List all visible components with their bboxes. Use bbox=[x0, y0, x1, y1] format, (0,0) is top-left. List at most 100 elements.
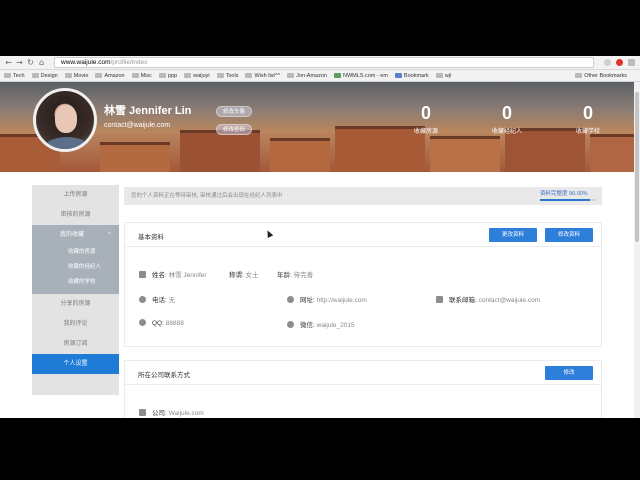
bookmark-label: ppp bbox=[167, 72, 178, 79]
stat-saved-agents[interactable]: 0 收藏经纪人 bbox=[477, 104, 537, 135]
wechat-icon bbox=[287, 321, 294, 328]
avatar-face bbox=[55, 105, 77, 133]
bookmark-link[interactable]: Bookmark bbox=[394, 72, 429, 79]
bookmark-folder[interactable]: Misc bbox=[131, 72, 152, 79]
folder-icon bbox=[31, 73, 39, 78]
completion-label: 资料完整度 bbox=[540, 191, 568, 197]
folder-icon bbox=[216, 73, 224, 78]
bookmark-folder[interactable]: wji bbox=[435, 73, 451, 79]
banner-house bbox=[100, 142, 170, 172]
field-value: 88888 bbox=[165, 320, 184, 327]
bookmark-link[interactable]: NWMLS.com - em bbox=[334, 73, 388, 79]
page-icon bbox=[334, 73, 341, 78]
stat-saved-listings[interactable]: 0 收藏房源 bbox=[396, 104, 456, 135]
bookmark-label: waijuyi bbox=[193, 72, 210, 79]
field-value: 待完善 bbox=[293, 272, 314, 279]
sidebar-subitem-saved-listings[interactable]: 收藏的房源 bbox=[32, 245, 119, 260]
back-icon[interactable]: ← bbox=[4, 58, 13, 68]
opera-icon[interactable] bbox=[616, 59, 623, 66]
profile-name: 林雪 Jennifer Lin bbox=[104, 105, 192, 117]
sidebar-nav: 上传房源 审核的房源 我的收藏 ^ 收藏的房源 收藏的经纪人 收藏的学校 分享的… bbox=[32, 185, 119, 395]
field-label: 姓名: bbox=[152, 272, 167, 279]
field-value: 女士 bbox=[245, 272, 259, 279]
page-scrollbar[interactable] bbox=[634, 82, 640, 418]
bookmark-folder[interactable]: Wish list^^ bbox=[245, 73, 280, 79]
field-label: QQ: bbox=[152, 320, 164, 327]
bookmark-label: Misc bbox=[140, 72, 152, 79]
bookmark-folder[interactable]: Amazon bbox=[95, 73, 125, 79]
review-notice: 您的个人资料正在等待审核, 审核通过后会出现在经纪人列表中 资料完整度 90.0… bbox=[124, 187, 602, 205]
banner-house bbox=[590, 134, 634, 172]
folder-icon bbox=[4, 73, 11, 78]
basic-info-card: 基本资料 更改资料 修改资料 姓名: 林雪 Jennifer 称谓: 女士 年龄… bbox=[124, 222, 602, 347]
field-value: 林雪 Jennifer bbox=[168, 272, 207, 279]
menu-icon[interactable] bbox=[628, 59, 635, 66]
qq-field: QQ: 88888 bbox=[139, 319, 184, 327]
stat-label: 收藏房源 bbox=[413, 129, 438, 135]
field-label: 公司: bbox=[152, 410, 167, 417]
title-field: 称谓: 女士 bbox=[229, 269, 259, 279]
scrollbar-thumb[interactable] bbox=[635, 92, 639, 242]
website-field: 网址: http://waijule.com bbox=[287, 294, 367, 304]
stat-value: 0 bbox=[501, 103, 512, 123]
sidebar-item-shared[interactable]: 分享的房源 bbox=[32, 294, 119, 314]
change-contact-button[interactable]: 更改资料 bbox=[489, 228, 537, 242]
other-bookmarks[interactable]: Other Bookmarks bbox=[575, 73, 627, 79]
sidebar-item-subscriptions[interactable]: 房源订阅 bbox=[32, 334, 119, 354]
star-icon[interactable] bbox=[604, 59, 611, 66]
edit-company-button[interactable]: 修改 bbox=[545, 366, 593, 380]
sidebar-item-comments[interactable]: 我的评论 bbox=[32, 314, 119, 334]
stat-label: 收藏经纪人 bbox=[491, 129, 522, 135]
bookmark-folder[interactable]: waijuyi bbox=[184, 73, 210, 79]
banner-house bbox=[430, 136, 500, 172]
sidebar-subitem-saved-schools[interactable]: 收藏的学校 bbox=[32, 275, 119, 294]
bookmark-label: Bookmark bbox=[403, 72, 429, 79]
edit-profile-button[interactable]: 修改资料 bbox=[545, 228, 593, 242]
folder-icon bbox=[575, 73, 583, 78]
field-label: 年龄: bbox=[277, 272, 292, 279]
user-icon bbox=[139, 271, 146, 278]
sidebar-subitem-saved-agents[interactable]: 收藏的经纪人 bbox=[32, 260, 119, 275]
company-field: 公司: Waijule.com bbox=[139, 407, 204, 417]
stat-saved-schools[interactable]: 0 收藏学校 bbox=[558, 104, 618, 135]
bookmark-folder[interactable]: Movie bbox=[64, 73, 88, 79]
reload-icon[interactable]: ↻ bbox=[26, 58, 35, 68]
forward-icon[interactable]: → bbox=[15, 58, 24, 68]
card-title: 所在公司联系方式 bbox=[138, 372, 190, 379]
edit-avatar-button[interactable]: 修改头像 bbox=[216, 106, 253, 117]
browser-toolbar: ← → ↻ ⌂ www.waijule.com/profile/index bbox=[0, 56, 640, 70]
folder-icon bbox=[64, 73, 72, 78]
folder-icon bbox=[245, 73, 253, 78]
home-icon[interactable]: ⌂ bbox=[37, 58, 46, 68]
profile-banner: 林雪 Jennifer Lin contact@waijule.com 修改头像… bbox=[0, 82, 634, 172]
age-field: 年龄: 待完善 bbox=[277, 269, 313, 279]
sidebar-item-favorites[interactable]: 我的收藏 ^ bbox=[32, 225, 119, 245]
bookmark-folder[interactable]: Jon-Amazon bbox=[287, 73, 327, 79]
sidebar-item-settings[interactable]: 个人设置 bbox=[32, 354, 119, 374]
address-bar[interactable]: www.waijule.com/profile/index bbox=[54, 57, 594, 68]
page-icon bbox=[394, 73, 402, 78]
bookmark-folder[interactable]: Design bbox=[31, 73, 58, 79]
email-field: 联系邮箱: contact@waijule.com bbox=[436, 294, 540, 304]
folder-icon bbox=[95, 73, 103, 78]
card-header: 所在公司联系方式 修改 bbox=[125, 361, 601, 385]
browser-window: ← → ↻ ⌂ www.waijule.com/profile/index Te… bbox=[0, 56, 640, 418]
sidebar-item-reviewed[interactable]: 审核的房源 bbox=[32, 205, 119, 225]
avatar[interactable] bbox=[33, 88, 97, 152]
folder-icon bbox=[158, 73, 166, 78]
profile-email: contact@waijule.com bbox=[104, 122, 171, 129]
wechat-field: 微信: waijule_2015 bbox=[287, 319, 355, 329]
bookmark-folder[interactable]: Tech bbox=[4, 73, 25, 79]
phone-icon bbox=[139, 296, 146, 303]
envelope-icon bbox=[436, 296, 443, 303]
bookmark-folder[interactable]: Tools bbox=[216, 73, 238, 79]
change-password-button[interactable]: 修改密码 bbox=[216, 124, 253, 135]
field-value: 无 bbox=[168, 297, 176, 304]
completion-bar bbox=[540, 199, 596, 201]
bookmark-label: NWMLS.com - em bbox=[343, 72, 388, 79]
bookmark-folder[interactable]: ppp bbox=[158, 72, 178, 79]
qq-icon bbox=[139, 319, 146, 326]
sidebar-item-upload[interactable]: 上传房源 bbox=[32, 185, 119, 205]
field-value: Waijule.com bbox=[168, 410, 204, 417]
banner-house bbox=[270, 138, 330, 172]
